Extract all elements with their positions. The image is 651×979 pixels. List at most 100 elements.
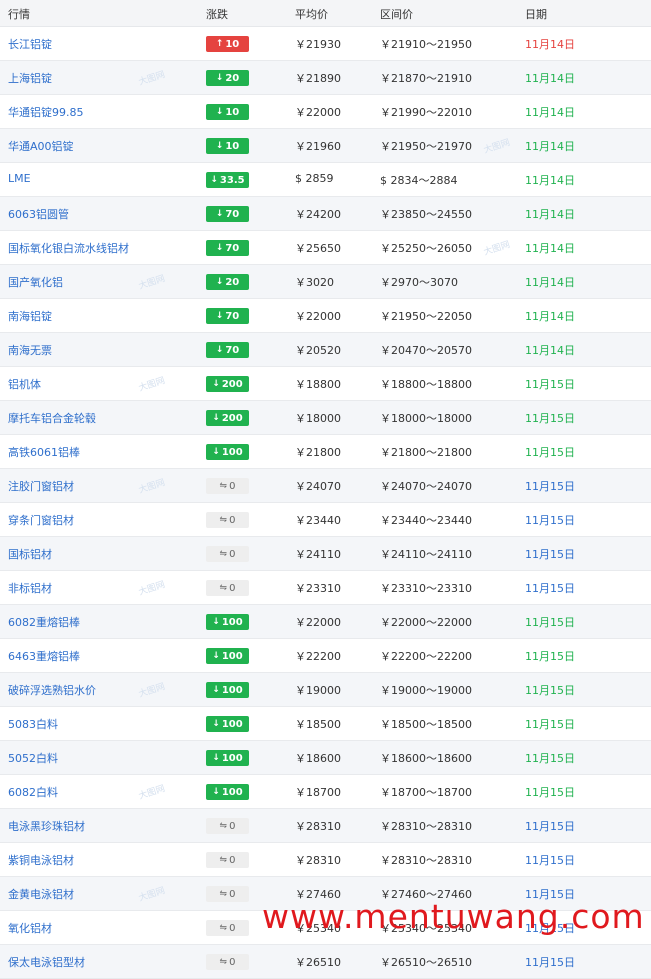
table-row: 紫铜电泳铝材 ⇋ 0 ￥28310 ￥28310～28310 11月15日 — [0, 843, 651, 877]
date-value: 11月14日 — [525, 72, 575, 85]
market-link[interactable]: 高铁6061铝棒 — [8, 444, 80, 460]
market-link[interactable]: 紫铜电泳铝材 — [8, 852, 74, 868]
market-link[interactable]: 长江铝锭 — [8, 36, 52, 52]
change-badge: ⇋ 0 — [206, 818, 249, 834]
market-link[interactable]: 破碎浮选熟铝水价 — [8, 682, 96, 698]
table-row: LME ↓ 33.5 $ 2859 $ 2834～2884 11月14日 — [0, 163, 651, 197]
market-link[interactable]: LME — [8, 172, 31, 185]
market-link[interactable]: 华通A00铝锭 — [8, 138, 74, 154]
change-value: 20 — [225, 276, 240, 288]
range-price: ￥23440～23440 — [380, 514, 472, 527]
range-price: ￥18500～18500 — [380, 718, 472, 731]
range-price: ￥18000～18000 — [380, 412, 472, 425]
range-price: ￥21800～21800 — [380, 446, 472, 459]
table-header: 行情 涨跌 平均价 区间价 日期 — [0, 0, 651, 27]
change-badge: ↓ 100 — [206, 716, 249, 732]
flat-icon: ⇋ — [219, 855, 228, 865]
change-badge: ↓ 100 — [206, 784, 249, 800]
avg-price: ￥19000 — [295, 684, 341, 697]
change-badge: ↓ 20 — [206, 274, 249, 290]
change-badge: ↓ 20 — [206, 70, 249, 86]
date-value: 11月15日 — [525, 820, 575, 833]
market-link[interactable]: 铝机体 — [8, 376, 41, 392]
date-value: 11月14日 — [525, 38, 575, 51]
change-badge: ⇋ 0 — [206, 478, 249, 494]
market-link[interactable]: 6082白料 — [8, 784, 58, 800]
change-value: 10 — [225, 140, 240, 152]
avg-price: ￥18700 — [295, 786, 341, 799]
market-link[interactable]: 华通铝锭99.85 — [8, 104, 84, 120]
flat-icon: ⇋ — [219, 957, 228, 967]
change-badge: ↓ 100 — [206, 648, 249, 664]
market-link[interactable]: 上海铝锭 — [8, 70, 52, 86]
header-change: 涨跌 — [206, 8, 228, 21]
table-row: 国标铝材 ⇋ 0 ￥24110 ￥24110～24110 11月15日 — [0, 537, 651, 571]
avg-price: ￥24110 — [295, 548, 341, 561]
market-link[interactable]: 6463重熔铝棒 — [8, 648, 80, 664]
avg-price: ￥21960 — [295, 140, 341, 153]
avg-price: ￥24200 — [295, 208, 341, 221]
table-row: 铝机体 ↓ 200 ￥18800 ￥18800～18800 11月15日 大图网 — [0, 367, 651, 401]
range-price: ￥24110～24110 — [380, 548, 472, 561]
change-badge: ↓ 100 — [206, 444, 249, 460]
date-value: 11月15日 — [525, 650, 575, 663]
market-link[interactable]: 穿条门窗铝材 — [8, 512, 74, 528]
range-price: $ 2834～2884 — [380, 174, 458, 187]
change-value: 70 — [225, 344, 240, 356]
avg-price: ￥18000 — [295, 412, 341, 425]
arrow-down-icon: ↓ — [212, 787, 220, 797]
arrow-down-icon: ↓ — [212, 753, 220, 763]
date-value: 11月15日 — [525, 412, 575, 425]
market-link[interactable]: 国标铝材 — [8, 546, 52, 562]
market-link[interactable]: 国标氧化银白流水线铝材 — [8, 240, 129, 256]
avg-price: ￥22000 — [295, 310, 341, 323]
avg-price: ￥22000 — [295, 106, 341, 119]
market-link[interactable]: 5052白料 — [8, 750, 58, 766]
change-badge: ↓ 10 — [206, 138, 249, 154]
date-value: 11月15日 — [525, 616, 575, 629]
market-link[interactable]: 6082重熔铝棒 — [8, 614, 80, 630]
market-link[interactable]: 注胶门窗铝材 — [8, 478, 74, 494]
market-link[interactable]: 金黄电泳铝材 — [8, 886, 74, 902]
date-value: 11月15日 — [525, 854, 575, 867]
change-value: 10 — [225, 106, 240, 118]
table-row: 长江铝锭 ↑ 10 ￥21930 ￥21910～21950 11月14日 — [0, 27, 651, 61]
arrow-down-icon: ↓ — [210, 175, 218, 185]
market-link[interactable]: 国产氧化铝 — [8, 274, 63, 290]
flat-icon: ⇋ — [219, 515, 228, 525]
market-link[interactable]: 保太电泳铝型材 — [8, 954, 85, 970]
market-link[interactable]: 非标铝材 — [8, 580, 52, 596]
range-price: ￥19000～19000 — [380, 684, 472, 697]
change-value: 200 — [221, 412, 243, 424]
watermark: 大图网 — [137, 783, 167, 802]
avg-price: ￥25650 — [295, 242, 341, 255]
arrow-down-icon: ↓ — [215, 141, 224, 151]
header-range: 区间价 — [380, 8, 413, 21]
table-row: 6463重熔铝棒 ↓ 100 ￥22200 ￥22200～22200 11月15日 — [0, 639, 651, 673]
avg-price: ￥3020 — [295, 276, 334, 289]
table-row: 上海铝锭 ↓ 20 ￥21890 ￥21870～21910 11月14日 大图网 — [0, 61, 651, 95]
range-price: ￥18800～18800 — [380, 378, 472, 391]
change-badge: ⇋ 0 — [206, 580, 249, 596]
arrow-up-icon: ↑ — [215, 39, 224, 49]
market-link[interactable]: 电泳黑珍珠铝材 — [8, 818, 85, 834]
avg-price: ￥28310 — [295, 820, 341, 833]
date-value: 11月14日 — [525, 242, 575, 255]
avg-price: ￥21890 — [295, 72, 341, 85]
table-row: 电泳黑珍珠铝材 ⇋ 0 ￥28310 ￥28310～28310 11月15日 — [0, 809, 651, 843]
change-badge: ↓ 100 — [206, 750, 249, 766]
market-link[interactable]: 南海无票 — [8, 342, 52, 358]
market-link[interactable]: 摩托车铝合金轮毂 — [8, 410, 96, 426]
arrow-down-icon: ↓ — [212, 719, 220, 729]
arrow-down-icon: ↓ — [215, 277, 224, 287]
range-price: ￥21870～21910 — [380, 72, 472, 85]
market-link[interactable]: 6063铝圆管 — [8, 206, 69, 222]
change-value: 0 — [229, 480, 236, 492]
change-value: 100 — [221, 446, 243, 458]
table-row: 6063铝圆管 ↓ 70 ￥24200 ￥23850～24550 11月14日 — [0, 197, 651, 231]
market-link[interactable]: 南海铝锭 — [8, 308, 52, 324]
change-value: 70 — [225, 208, 240, 220]
market-link[interactable]: 5083白料 — [8, 716, 58, 732]
market-link[interactable]: 氧化铝材 — [8, 920, 52, 936]
avg-price: ￥18800 — [295, 378, 341, 391]
